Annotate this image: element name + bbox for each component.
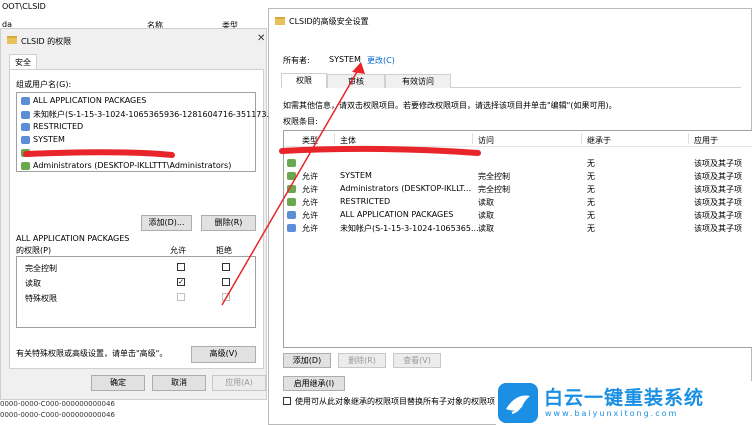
arrow-head-icon <box>352 62 365 74</box>
redaction-stroke <box>23 149 175 158</box>
brand-watermark: 白云一键重装系统 www.baiyunxitong.com <box>496 381 752 425</box>
brand-name: 白云一键重装系统 <box>544 387 705 409</box>
brand-url: www.baiyunxitong.com <box>545 409 679 418</box>
annotation-overlay <box>23 62 481 306</box>
arrow-line <box>221 64 362 306</box>
bird-logo-icon <box>498 383 538 423</box>
